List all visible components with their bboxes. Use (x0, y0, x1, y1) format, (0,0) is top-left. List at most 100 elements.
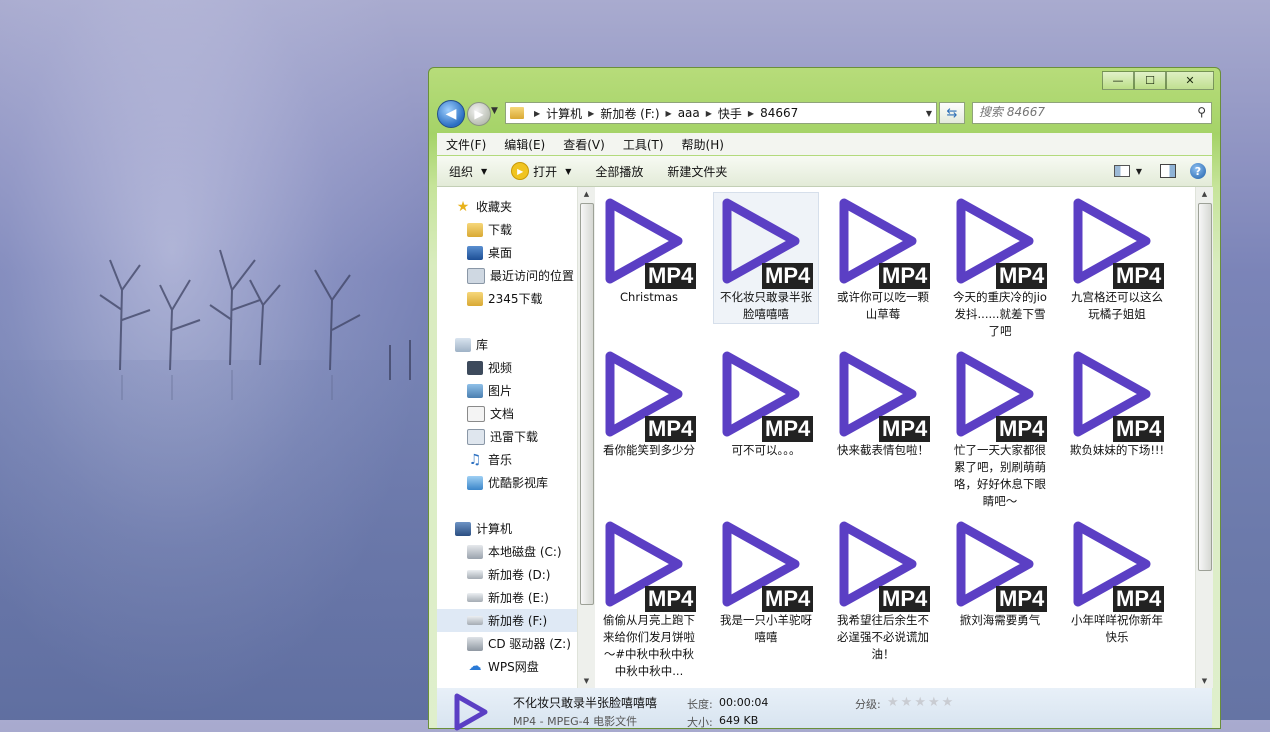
minimize-button[interactable]: — (1102, 71, 1134, 90)
search-box[interactable]: ⚲ (972, 102, 1212, 124)
menu-help[interactable]: 帮助(H) (673, 136, 733, 153)
file-grid-scrollbar[interactable]: ▲ ▼ (1195, 187, 1213, 688)
file-tile[interactable]: MP4 我是一只小羊驼呀嘻嘻 (714, 516, 818, 646)
breadcrumb-computer[interactable]: 计算机 (546, 105, 582, 122)
details-length-label: 长度: (687, 698, 713, 711)
nav-youku-library[interactable]: 优酷影视库 (437, 471, 577, 494)
new-folder-button[interactable]: 新建文件夹 (655, 156, 739, 186)
nav-computer[interactable]: 计算机 (437, 517, 577, 540)
scrollbar-thumb[interactable] (580, 203, 594, 605)
details-size-label: 大小: (687, 716, 713, 729)
back-button[interactable]: ◀ (437, 100, 465, 128)
nav-pane-scrollbar[interactable]: ▲ ▼ (577, 187, 595, 688)
nav-pictures[interactable]: 图片 (437, 379, 577, 402)
file-tile[interactable]: MP4 欺负妹妹的下场!!! (1065, 346, 1169, 459)
nav-recent-places[interactable]: 最近访问的位置 (437, 264, 577, 287)
help-icon[interactable]: ? (1190, 163, 1206, 179)
file-tile[interactable]: MP4 Christmas (597, 193, 701, 306)
nav-drive-f[interactable]: 新加卷 (F:) (437, 609, 577, 632)
star-icon[interactable]: ★ (901, 695, 915, 710)
menu-file[interactable]: 文件(F) (437, 136, 495, 153)
menu-edit[interactable]: 编辑(E) (495, 136, 554, 153)
scroll-up-icon[interactable]: ▲ (578, 187, 595, 201)
details-file-type: MP4 - MPEG-4 电影文件 (513, 715, 638, 728)
nav-drive-c[interactable]: 本地磁盘 (C:) (437, 540, 577, 563)
nav-2345-downloads[interactable]: 2345下载 (437, 287, 577, 310)
nav-desktop[interactable]: 桌面 (437, 241, 577, 264)
breadcrumb-aaa[interactable]: aaa (678, 106, 700, 120)
address-dropdown-icon[interactable]: ▼ (922, 109, 936, 118)
open-button[interactable]: ▶ 打开 ▼ (499, 156, 583, 186)
star-icon[interactable]: ★ (914, 695, 928, 710)
mp4-badge: MP4 (1113, 586, 1165, 612)
file-name: 看你能笑到多少分 (603, 443, 695, 457)
nav-wps-cloud[interactable]: ☁ WPS网盘 (437, 655, 577, 678)
nav-documents[interactable]: 文档 (437, 402, 577, 425)
nav-videos[interactable]: 视频 (437, 356, 577, 379)
file-tile[interactable]: MP4 或许你可以吃一颗山草莓 (831, 193, 935, 323)
back-arrow-icon: ◀ (445, 106, 457, 122)
file-tile[interactable]: MP4 忙了一天大家都很累了吧，别刷萌萌咯，好好休息下眼睛吧～ (948, 346, 1052, 510)
nav-cd-drive-z[interactable]: CD 驱动器 (Z:) (437, 632, 577, 655)
menu-tools[interactable]: 工具(T) (614, 136, 673, 153)
rating-stars[interactable]: ★★★★★ (887, 695, 955, 710)
nav-music[interactable]: ♫ 音乐 (437, 448, 577, 471)
star-icon[interactable]: ★ (887, 695, 901, 710)
chevron-down-icon: ▼ (565, 166, 572, 176)
computer-icon (455, 521, 471, 536)
scroll-down-icon[interactable]: ▼ (1196, 674, 1213, 688)
library-icon (467, 475, 483, 490)
nav-favorites[interactable]: ★ 收藏夹 (437, 195, 577, 218)
breadcrumb-kuaishou[interactable]: 快手 (718, 105, 742, 122)
recent-pages-dropdown[interactable]: ▼ (491, 106, 498, 116)
scrollbar-thumb[interactable] (1198, 203, 1212, 571)
video-thumbnail: MP4 (831, 516, 935, 612)
preview-pane-icon[interactable] (1160, 164, 1176, 178)
favorites-group: ★ 收藏夹 下载 桌面 最近访问的位置 2345下载 (437, 195, 577, 310)
search-icon[interactable]: ⚲ (1197, 105, 1206, 119)
nav-music-label: 音乐 (488, 453, 513, 467)
star-icon[interactable]: ★ (928, 695, 942, 710)
file-tile[interactable]: MP4 快来截表情包啦！ (831, 346, 935, 459)
forward-button[interactable]: ▶ (467, 102, 491, 126)
address-bar[interactable]: ▶ 计算机 ▶ 新加卷 (F:) ▶ aaa ▶ 快手 ▶ 84667 ▼ (505, 102, 937, 124)
nav-drive-d[interactable]: 新加卷 (D:) (437, 563, 577, 586)
file-tile[interactable]: MP4 九宫格还可以这么玩橘子姐姐 (1065, 193, 1169, 323)
video-library-icon (467, 360, 483, 375)
breadcrumb-drive-f[interactable]: 新加卷 (F:) (600, 105, 659, 122)
play-all-button[interactable]: 全部播放 (583, 156, 655, 186)
view-dropdown-icon[interactable]: ▼ (1136, 167, 1142, 176)
chevron-down-icon: ▼ (481, 166, 488, 176)
file-tile-selected[interactable]: MP4 不化妆只敢录半张脸嘻嘻嘻 (713, 192, 819, 324)
scroll-up-icon[interactable]: ▲ (1196, 187, 1213, 201)
file-tile[interactable]: MP4 我希望往后余生不必逞强不必说谎加油！ (831, 516, 935, 663)
close-button[interactable]: ✕ (1166, 71, 1214, 90)
nav-drive-d-label: 新加卷 (D:) (488, 568, 551, 582)
nav-drive-e[interactable]: 新加卷 (E:) (437, 586, 577, 609)
mp4-badge: MP4 (879, 416, 931, 442)
scroll-down-icon[interactable]: ▼ (578, 674, 595, 688)
new-folder-label: 新建文件夹 (667, 164, 728, 179)
file-name: 忙了一天大家都很累了吧，别刷萌萌咯，好好休息下眼睛吧～ (954, 443, 1046, 508)
file-tile[interactable]: MP4 看你能笑到多少分 (597, 346, 701, 459)
nav-downloads[interactable]: 下载 (437, 218, 577, 241)
change-view-icon[interactable] (1113, 165, 1130, 177)
organize-button[interactable]: 组织 ▼ (437, 156, 499, 186)
command-bar-right: ▼ ? (1113, 163, 1212, 179)
nav-xunlei-downloads[interactable]: 迅雷下载 (437, 425, 577, 448)
file-tile[interactable]: MP4 小年咩咩祝你新年快乐 (1065, 516, 1169, 646)
maximize-button[interactable]: ☐ (1134, 71, 1166, 90)
details-length-value: 00:00:04 (719, 696, 769, 709)
nav-libraries[interactable]: 库 (437, 333, 577, 356)
content-area: ★ 收藏夹 下载 桌面 最近访问的位置 2345下载 库 视频 图片 文档 迅雷下… (437, 187, 1213, 688)
menu-view[interactable]: 查看(V) (554, 136, 614, 153)
breadcrumb-84667[interactable]: 84667 (760, 106, 798, 120)
file-tile[interactable]: MP4 掀刘海需要勇气 (948, 516, 1052, 629)
download-folder-icon (467, 222, 483, 237)
search-input[interactable] (973, 103, 1195, 121)
file-tile[interactable]: MP4 可不可以。。。 (714, 346, 818, 459)
file-tile[interactable]: MP4 今天的重庆冷的jio发抖......就差下雪了吧 (948, 193, 1052, 340)
star-icon[interactable]: ★ (942, 695, 956, 710)
refresh-button[interactable]: ⇆ (939, 102, 965, 124)
file-tile[interactable]: MP4 偷偷从月亮上跑下来给你们发月饼啦～#中秋中秋中秋中秋中秋中... (597, 516, 701, 680)
